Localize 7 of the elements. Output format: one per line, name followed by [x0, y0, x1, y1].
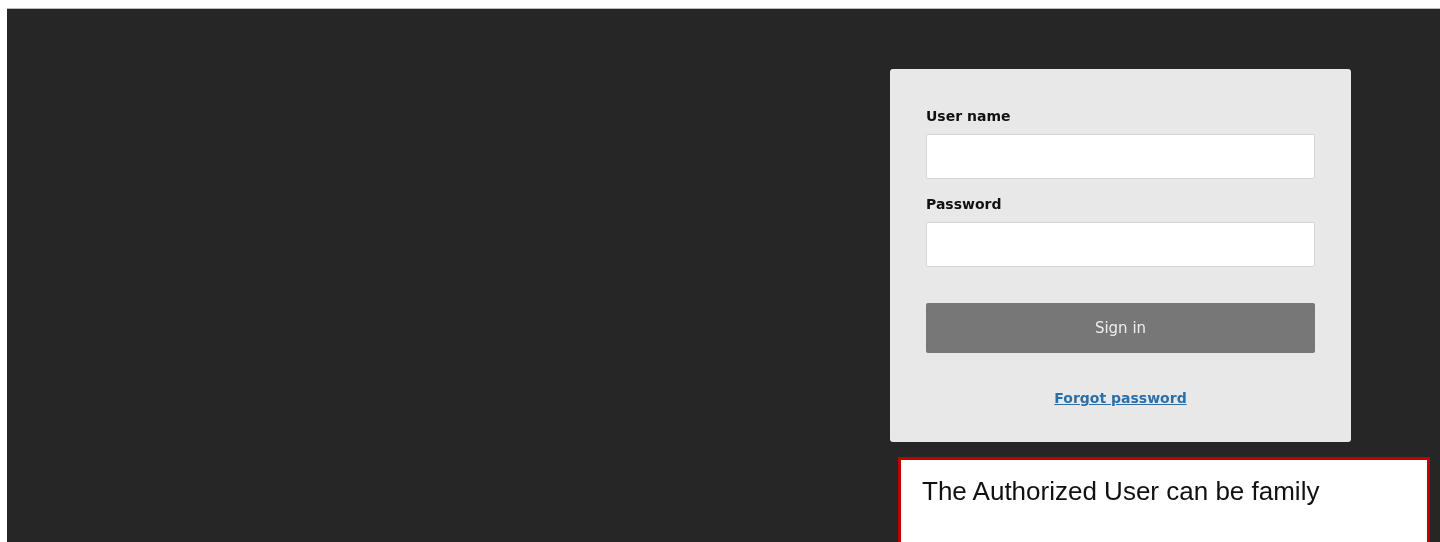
field-label: User name	[926, 107, 1012, 125]
callout-text: The Authorized User can be family	[922, 476, 1320, 506]
forgot-password-link[interactable]: Forgot password	[1054, 390, 1187, 406]
sign-in-button[interactable]: Sign in	[926, 303, 1315, 353]
input-field[interactable]	[926, 222, 1315, 267]
field-label: Password	[926, 195, 1003, 213]
input-field[interactable]	[926, 134, 1315, 179]
